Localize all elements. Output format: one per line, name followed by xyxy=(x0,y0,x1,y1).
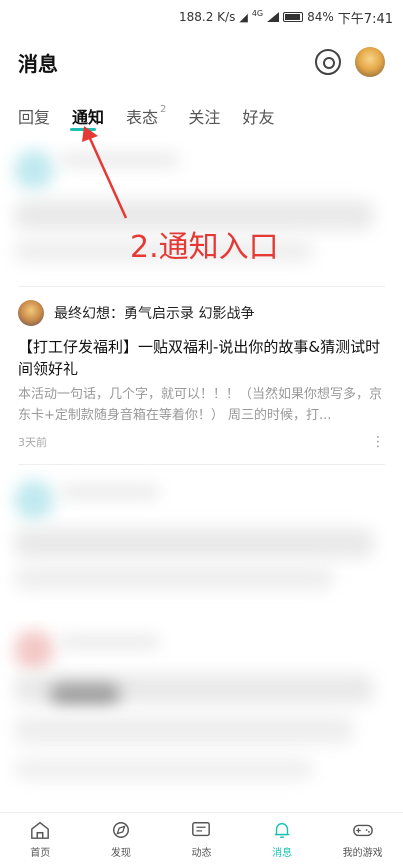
tab-label: 表态 xyxy=(126,108,159,127)
annotation-arrow xyxy=(82,126,128,219)
home-icon xyxy=(31,821,50,839)
settings-icon[interactable] xyxy=(315,49,341,75)
tab-bar: 回复 通知 表态 2 关注 好友 xyxy=(0,96,403,136)
notice-description: 本活动一句话，几个字，就可以！！！（当然如果你想写多，京东卡+定制款随身音箱在等… xyxy=(18,387,383,423)
clock: 下午7:41 xyxy=(337,11,393,27)
tab-friends[interactable]: 好友 xyxy=(242,104,274,128)
wifi-icon: ◢ xyxy=(239,10,248,24)
status-bar: 188.2 K/s ◢ 4G 84% 下午7:41 xyxy=(0,0,403,34)
tab-label: 通知 xyxy=(72,108,105,127)
nav-my-games[interactable]: 我的游戏 xyxy=(322,813,403,866)
battery-icon xyxy=(283,12,304,22)
nav-home[interactable]: 首页 xyxy=(0,813,81,866)
nav-label: 发现 xyxy=(110,848,131,859)
network-type: 4G xyxy=(251,9,264,18)
nav-label: 首页 xyxy=(30,848,51,859)
chat-icon xyxy=(192,822,211,837)
blurred-item xyxy=(0,620,403,800)
signal-icon xyxy=(267,12,280,22)
bottom-nav: 首页 发现 动态 消息 我的游戏 xyxy=(0,812,403,866)
nav-feed[interactable]: 动态 xyxy=(161,813,242,866)
nav-label: 消息 xyxy=(272,848,293,859)
tab-label: 关注 xyxy=(188,108,221,127)
notice-title[interactable]: 【打工仔发福利】一贴双福利-说出你的故事&猜测试时间领好礼 xyxy=(18,336,385,380)
divider xyxy=(18,286,385,287)
tab-notice[interactable]: 通知 xyxy=(72,104,104,128)
tab-reply[interactable]: 回复 xyxy=(18,104,50,128)
tab-reaction[interactable]: 表态 2 xyxy=(126,104,166,128)
more-options-icon[interactable]: ⋮ xyxy=(371,435,385,449)
nav-messages[interactable]: 消息 xyxy=(242,813,323,866)
tab-label: 回复 xyxy=(18,108,51,127)
notice-card[interactable]: 最终幻想：勇气启示录 幻影战争 【打工仔发福利】一贴双福利-说出你的故事&猜测试… xyxy=(0,292,403,462)
tab-follow[interactable]: 关注 xyxy=(188,104,220,128)
header: 消息 xyxy=(0,34,403,90)
tab-badge: 2 xyxy=(160,104,167,115)
blurred-item xyxy=(0,470,403,610)
nav-label: 动态 xyxy=(191,848,212,859)
bell-icon xyxy=(274,822,290,838)
avatar[interactable] xyxy=(355,47,385,77)
divider xyxy=(18,464,385,465)
nav-discover[interactable]: 发现 xyxy=(81,813,162,866)
game-name[interactable]: 最终幻想：勇气启示录 幻影战争 xyxy=(54,303,254,323)
gamepad-icon xyxy=(352,824,373,837)
battery-level: 84% xyxy=(307,10,334,24)
page-title: 消息 xyxy=(18,51,58,76)
notice-time: 3天前 xyxy=(18,436,47,449)
game-avatar xyxy=(18,300,44,326)
net-speed: 188.2 K/s xyxy=(179,10,236,24)
compass-icon xyxy=(112,822,129,838)
tab-label: 好友 xyxy=(242,108,275,127)
annotation-label: 2.通知入口 xyxy=(130,230,279,265)
nav-label: 我的游戏 xyxy=(342,848,383,859)
